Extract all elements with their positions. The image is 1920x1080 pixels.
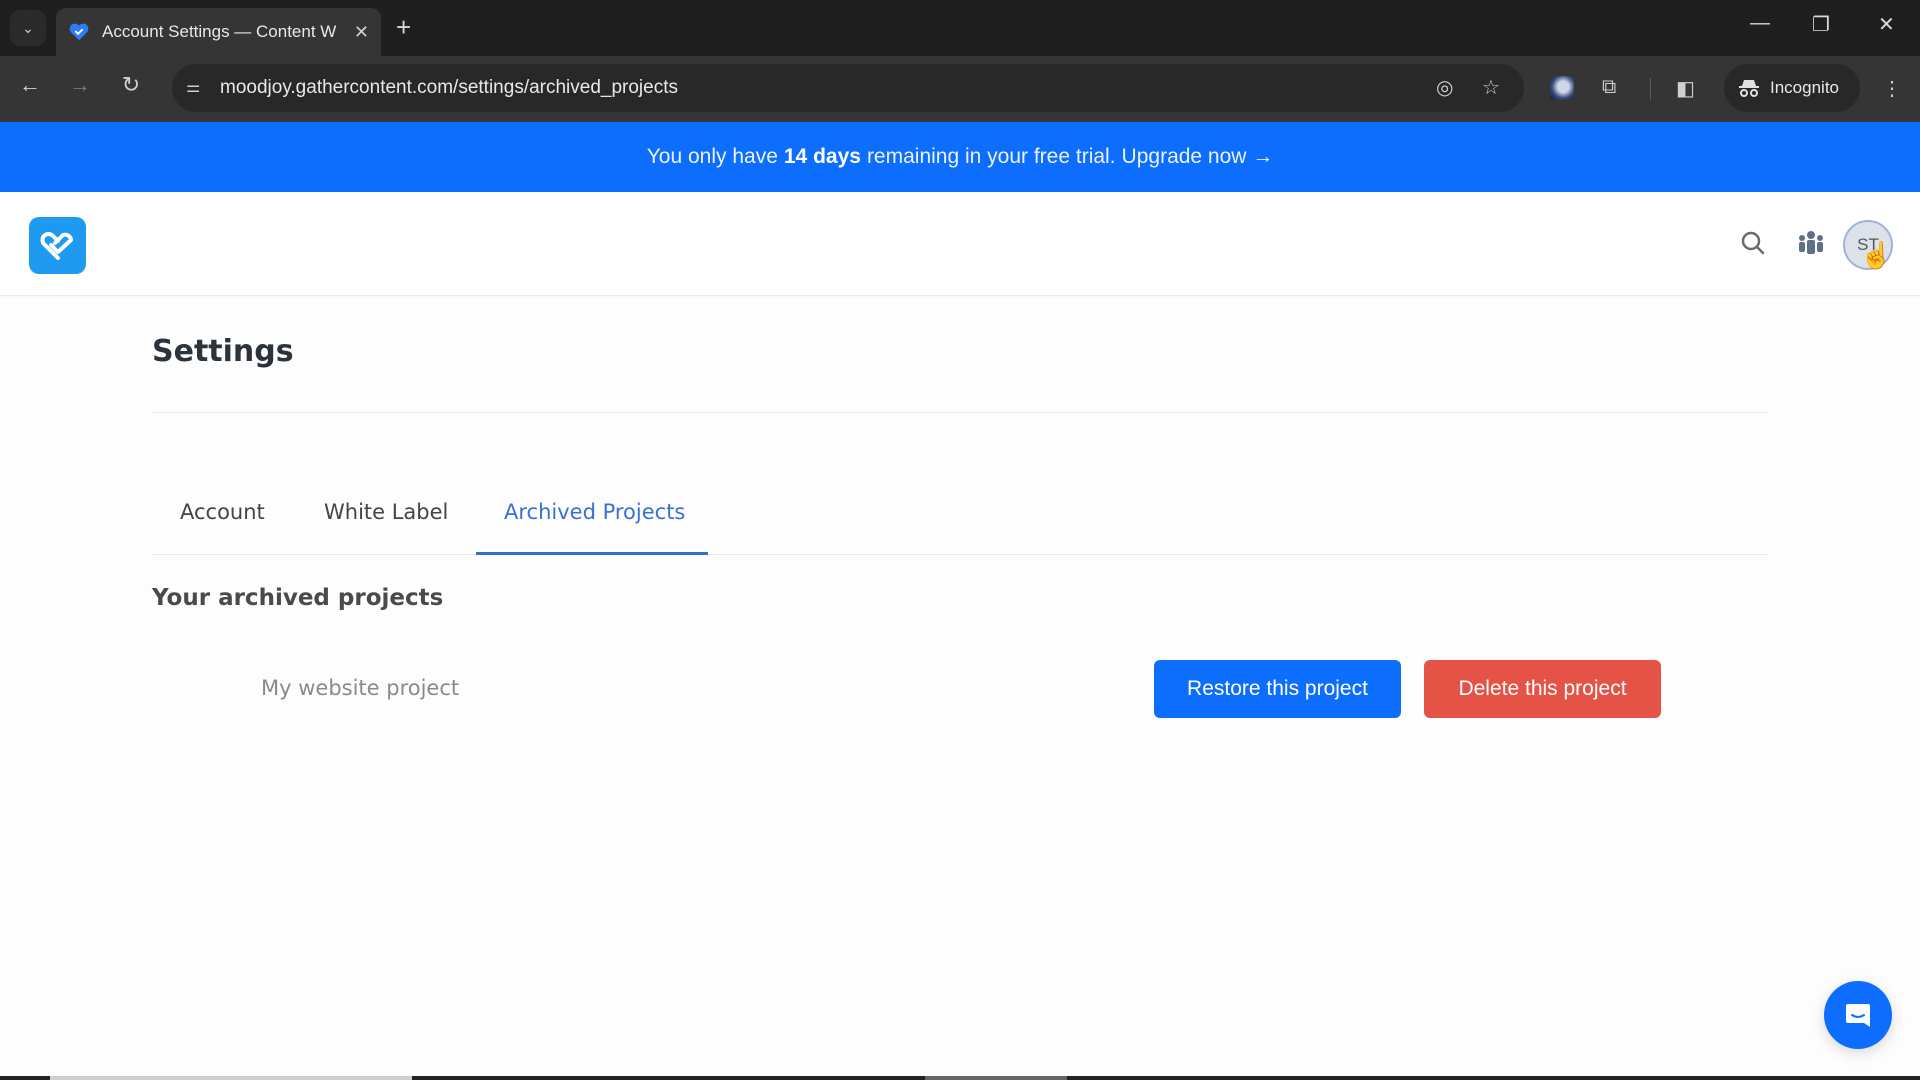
delete-project-button[interactable]: Delete this project (1424, 660, 1661, 718)
gathercontent-logo[interactable] (29, 217, 86, 274)
back-arrow-icon[interactable]: ← (14, 72, 46, 98)
site-info-icon[interactable]: ⚌ (186, 77, 200, 97)
project-name: My website project (261, 676, 460, 700)
settings-tabs: Account White Label Archived Projects (152, 480, 1768, 555)
star-icon[interactable]: ☆ (1482, 75, 1500, 100)
restore-window-icon[interactable]: ❐ (1812, 12, 1830, 37)
progress-segment (925, 1076, 1067, 1080)
eye-off-icon[interactable]: ◎ (1436, 75, 1453, 100)
bottom-progress-bar (0, 1076, 1920, 1080)
incognito-profile-button[interactable]: Incognito (1724, 64, 1860, 112)
browser-toolbar: ← → ↻ ⚌ moodjoy.gathercontent.com/settin… (0, 56, 1920, 122)
minimize-icon[interactable]: — (1750, 12, 1770, 35)
tab-close-icon[interactable]: ✕ (354, 22, 369, 43)
puzzle-icon[interactable]: ⧉ (1602, 76, 1616, 99)
close-window-icon[interactable]: ✕ (1878, 12, 1895, 37)
app-header: ST ☝ (0, 192, 1920, 296)
tab-title: Account Settings — Content W (102, 22, 337, 41)
chat-launcher-button[interactable] (1824, 981, 1892, 1049)
upgrade-now-link[interactable]: Upgrade now → (1122, 145, 1274, 169)
profile-label: Incognito (1770, 78, 1839, 97)
restore-project-button[interactable]: Restore this project (1154, 660, 1401, 718)
kebab-menu-icon[interactable]: ⋮ (1882, 76, 1902, 101)
progress-segment (50, 1076, 412, 1080)
chat-icon (1846, 1004, 1870, 1027)
reload-icon[interactable]: ↻ (115, 72, 147, 98)
forward-arrow-icon[interactable]: → (64, 72, 96, 98)
page-title: Settings (152, 334, 294, 369)
tab-account[interactable]: Account (180, 500, 265, 524)
extension-icon[interactable] (1550, 76, 1574, 100)
address-bar[interactable]: ⚌ moodjoy.gathercontent.com/settings/arc… (172, 64, 1524, 112)
new-tab-button[interactable]: + (396, 12, 411, 43)
banner-days-remaining: 14 days (783, 145, 861, 168)
section-title: Your archived projects (152, 585, 444, 611)
toolbar-divider (1650, 78, 1651, 100)
gathercontent-favicon-icon (69, 23, 89, 41)
tab-list-button[interactable]: ⌄ (10, 10, 46, 46)
banner-suffix: remaining in your free trial. (866, 145, 1116, 168)
active-tab-indicator (476, 552, 708, 555)
search-icon[interactable] (1740, 230, 1766, 256)
hand-cursor-icon: ☝ (1860, 240, 1893, 270)
side-panel-icon[interactable]: ◧ (1676, 76, 1695, 101)
url-text[interactable]: moodjoy.gathercontent.com/settings/archi… (220, 77, 678, 99)
banner-prefix: You only have (646, 145, 778, 168)
chevron-down-icon: ⌄ (22, 19, 34, 36)
logo-heart-icon (40, 231, 73, 260)
incognito-icon (1739, 80, 1759, 97)
title-divider (152, 412, 1768, 413)
browser-tab[interactable]: Account Settings — Content W ✕ (56, 8, 381, 56)
tab-archived-projects[interactable]: Archived Projects (504, 500, 685, 524)
team-icon[interactable] (1797, 230, 1825, 256)
trial-banner[interactable]: You only have 14 days remaining in your … (0, 122, 1920, 192)
browser-titlebar: ⌄ Account Settings — Content W ✕ + — ❐ ✕ (0, 0, 1920, 56)
tab-white-label[interactable]: White Label (324, 500, 448, 524)
